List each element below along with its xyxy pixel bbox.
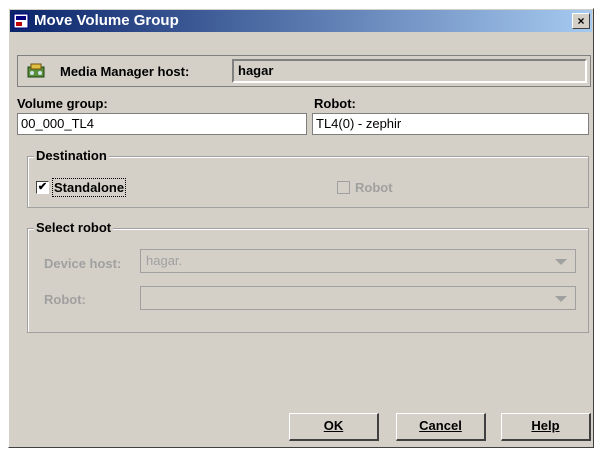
host-panel: Media Manager host: hagar (17, 55, 591, 87)
cancel-button[interactable]: Cancel (396, 413, 486, 441)
close-button[interactable]: × (572, 13, 590, 29)
select-robot-label: Robot: (44, 292, 86, 307)
standalone-checkbox[interactable]: ✔ (36, 181, 49, 194)
media-manager-host-icon (27, 63, 45, 78)
robot-field[interactable]: TL4(0) - zephir (312, 113, 589, 135)
destination-title: Destination (34, 148, 109, 163)
robot-checkbox[interactable] (337, 181, 350, 194)
select-robot-group: Select robot Device host: hagar. Robot: (27, 220, 589, 333)
volume-group-label: Volume group: (17, 96, 108, 111)
destination-group: Destination ✔ Standalone Robot (27, 148, 589, 208)
device-host-dropdown[interactable]: hagar. (140, 249, 576, 273)
chevron-down-icon (555, 259, 567, 265)
standalone-label[interactable]: Standalone (51, 178, 127, 197)
device-host-label: Device host: (44, 256, 122, 271)
help-button[interactable]: Help (501, 413, 591, 441)
host-label: Media Manager host: (60, 64, 190, 79)
robot-field-label: Robot: (314, 96, 356, 111)
chevron-down-icon (555, 296, 567, 302)
volume-group-field[interactable]: 00_000_TL4 (17, 113, 307, 135)
device-host-value: hagar. (146, 253, 183, 268)
window-title: Move Volume Group (34, 12, 179, 29)
host-value: hagar (232, 59, 587, 83)
title-bar[interactable]: Move Volume Group × (10, 10, 592, 32)
move-volume-group-dialog: Move Volume Group × Media Manager host: … (8, 8, 594, 448)
select-robot-dropdown[interactable] (140, 286, 576, 310)
robot-checkbox-label[interactable]: Robot (355, 180, 393, 195)
ok-button[interactable]: OK (289, 413, 379, 441)
select-robot-title: Select robot (34, 220, 114, 235)
window-app-icon (13, 13, 29, 29)
